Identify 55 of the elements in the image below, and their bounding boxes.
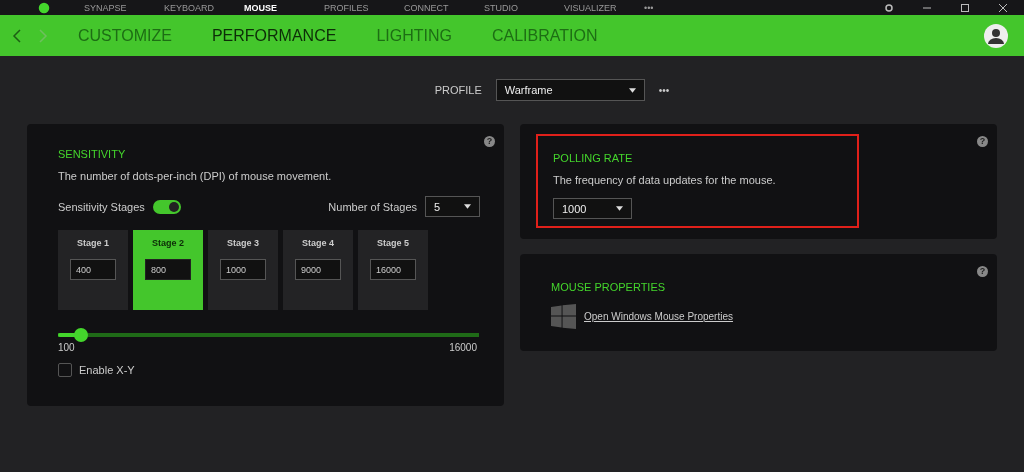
dpi-input[interactable]: 800 <box>145 259 191 280</box>
stages-count-label: Number of Stages <box>328 200 417 213</box>
stage-card[interactable]: Stage 3 1000 <box>208 230 278 310</box>
dpi-input[interactable]: 16000 <box>370 259 416 280</box>
stage-label: Stage 4 <box>302 238 334 248</box>
profile-label: PROFILE <box>434 84 482 96</box>
section-tab[interactable]: PERFORMANCE <box>211 26 337 45</box>
dpi-slider-thumb[interactable] <box>74 328 89 342</box>
nav-tab[interactable]: CONNECT <box>404 2 484 13</box>
checkbox-label: Enable X-Y <box>79 364 135 376</box>
help-button[interactable]: ? <box>484 136 495 147</box>
section-description: The frequency of data updates for the mouse. <box>553 174 777 186</box>
stage-label: Stage 2 <box>152 238 184 248</box>
nav-tab[interactable]: MOUSE <box>244 2 324 13</box>
dpi-input[interactable]: 9000 <box>295 259 341 280</box>
slider-min: 100 <box>58 342 75 353</box>
nav-tab[interactable]: STUDIO <box>484 2 564 13</box>
maximize-icon[interactable] <box>960 2 970 13</box>
dpi-input[interactable]: 400 <box>70 259 116 280</box>
section-description: The number of dots-per-inch (DPI) of mouse movement. <box>58 170 333 182</box>
nav-tab[interactable]: VISUALIZER <box>564 2 644 13</box>
caret-icon <box>464 204 471 209</box>
windows-logo-icon <box>551 304 576 329</box>
more-options-button[interactable]: ••• <box>658 84 670 96</box>
section-title: SENSITIVITY <box>58 148 127 160</box>
nav-tab[interactable]: ••• <box>644 2 724 13</box>
section-title: POLLING RATE <box>553 152 634 164</box>
windows-mouse-properties-link[interactable]: Open Windows Mouse Properties <box>584 311 733 322</box>
stage-label: Stage 3 <box>227 238 259 248</box>
stage-card[interactable]: Stage 2 800 <box>133 230 203 310</box>
nav-tab[interactable]: PROFILES <box>324 2 404 13</box>
dpi-input[interactable]: 1000 <box>220 259 266 280</box>
caret-icon <box>616 206 623 211</box>
stage-label: Stage 5 <box>377 238 409 248</box>
help-button[interactable]: ? <box>977 266 988 277</box>
stages-count-dropdown[interactable]: 5 <box>425 196 480 217</box>
avatar-icon[interactable] <box>984 23 1008 48</box>
profile-dropdown[interactable]: Warframe <box>495 79 645 101</box>
stage-card[interactable]: Stage 4 9000 <box>283 230 353 310</box>
stage-card[interactable]: Stage 5 16000 <box>358 230 428 310</box>
stage-label: Stage 1 <box>77 238 109 248</box>
nav-tab[interactable]: KEYBOARD <box>164 2 244 13</box>
section-title: MOUSE PROPERTIES <box>551 281 667 293</box>
back-icon[interactable] <box>12 27 22 44</box>
settings-icon[interactable] <box>884 2 894 13</box>
caret-icon <box>628 87 636 93</box>
polling-rate-dropdown[interactable]: 1000 <box>553 198 632 219</box>
help-button[interactable]: ? <box>977 136 988 147</box>
slider-max: 16000 <box>449 342 477 353</box>
checkbox[interactable] <box>58 363 72 377</box>
toggle-switch[interactable] <box>152 199 181 214</box>
nav-tab[interactable]: SYNAPSE <box>84 2 164 13</box>
toggle-label: Sensitivity Stages <box>58 200 145 213</box>
stage-card[interactable]: Stage 1 400 <box>58 230 128 310</box>
close-icon[interactable] <box>998 2 1008 13</box>
